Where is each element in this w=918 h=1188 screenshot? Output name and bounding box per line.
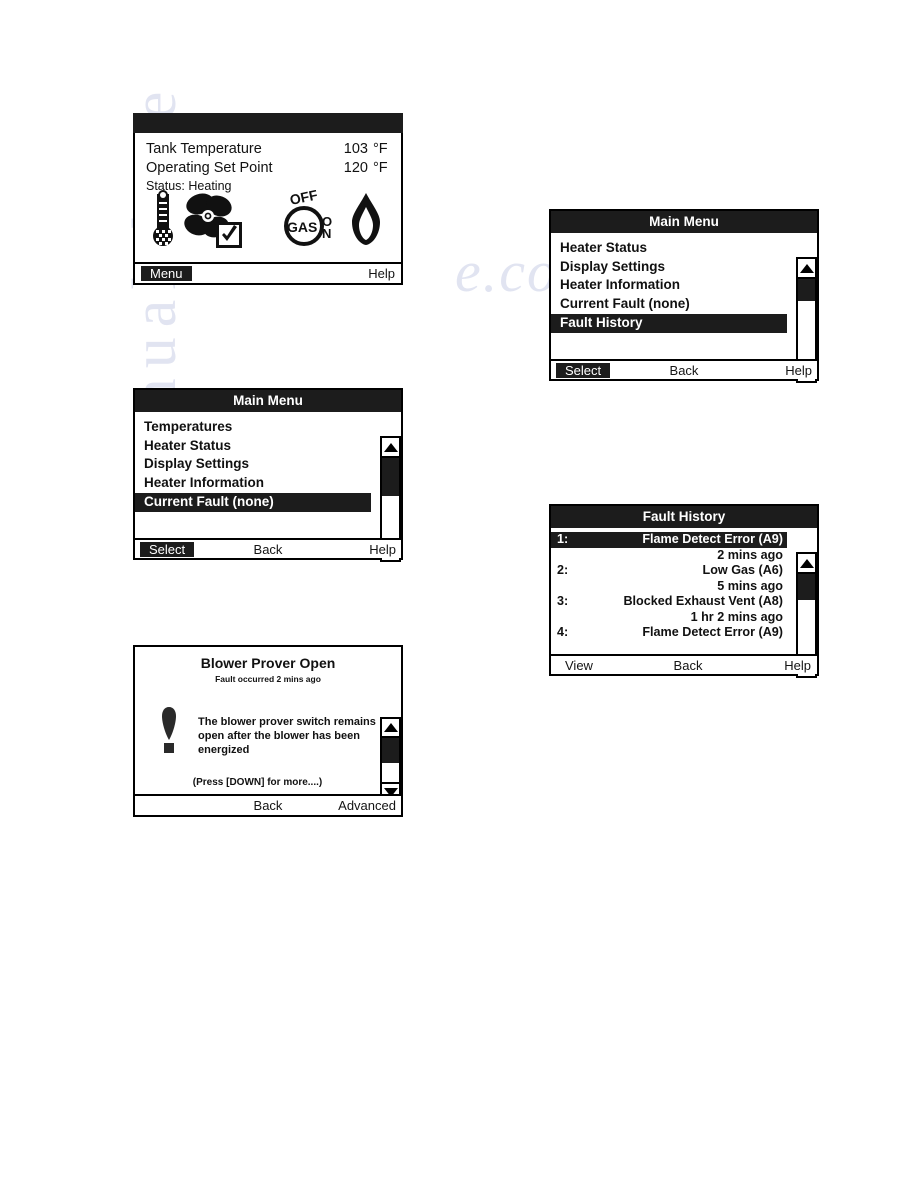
gas-on-label-n: N <box>322 226 331 241</box>
flame-icon <box>349 192 383 251</box>
fault-detail-subtitle: Fault occurred 2 mins ago <box>215 674 321 684</box>
exclamation-icon <box>160 707 178 760</box>
select-softkey-label: Select <box>140 541 195 557</box>
main-menu-screen-1: Main Menu Temperatures Heater Status Dis… <box>133 388 403 562</box>
gas-valve-icon: OFF GAS O N <box>277 186 333 253</box>
fault-history-row-2[interactable]: 2: Low Gas (A6) <box>551 563 787 579</box>
main-menu-1-list: Temperatures Heater Status Display Setti… <box>135 412 401 512</box>
fault-time-2: 5 mins ago <box>717 578 783 593</box>
fault-detail-body: Blower Prover Open Fault occurred 2 mins… <box>135 655 401 803</box>
main-menu-1-title: Main Menu <box>135 390 401 412</box>
gas-center-label: GAS <box>287 219 317 235</box>
scroll-up-icon[interactable] <box>798 554 815 574</box>
heater-status-screen: Tank Temperature 103 °F Operating Set Po… <box>133 113 403 285</box>
fault-detail-description: The blower prover switch remains open af… <box>198 716 376 756</box>
fault-history-row-1[interactable]: 1: Flame Detect Error (A9) <box>551 532 787 548</box>
status-screen-header-bar <box>133 113 403 133</box>
status-readouts: Tank Temperature 103 °F Operating Set Po… <box>135 133 401 193</box>
help-softkey[interactable]: Help <box>311 542 396 557</box>
scrollbar-thumb[interactable] <box>798 574 815 600</box>
tank-temperature-unit: °F <box>373 141 388 157</box>
menu-item-current-fault[interactable]: Current Fault (none) <box>551 295 817 314</box>
back-softkey[interactable]: Back <box>225 542 310 557</box>
help-softkey[interactable]: Help <box>310 266 395 281</box>
scroll-up-icon[interactable] <box>382 719 399 738</box>
fault-history-title: Fault History <box>551 506 817 528</box>
menu-item-heater-status[interactable]: Heater Status <box>551 239 817 258</box>
menu-item-display-settings[interactable]: Display Settings <box>551 258 817 277</box>
fault-index-1: 1: <box>557 532 569 546</box>
menu-item-temperatures[interactable]: Temperatures <box>135 418 401 437</box>
view-softkey[interactable]: View <box>557 658 647 673</box>
select-softkey[interactable]: Select <box>140 541 225 557</box>
fault-history-footer: View Back Help <box>551 654 817 674</box>
help-softkey[interactable]: Help <box>729 658 811 673</box>
back-softkey[interactable]: Back <box>647 658 729 673</box>
fault-time-1: 2 mins ago <box>717 547 783 562</box>
fault-history-body: 1: Flame Detect Error (A9) 2 mins ago 2:… <box>551 528 817 678</box>
scrollbar-thumb[interactable] <box>382 738 399 763</box>
back-softkey[interactable]: Back <box>641 363 726 378</box>
main-menu-2-body: Heater Status Display Settings Heater In… <box>551 233 817 383</box>
fault-history-row-4[interactable]: 4: Flame Detect Error (A9) <box>551 625 787 641</box>
main-menu-2-list: Heater Status Display Settings Heater In… <box>551 233 817 333</box>
scroll-up-icon[interactable] <box>382 438 399 458</box>
main-menu-1-body: Temperatures Heater Status Display Setti… <box>135 412 401 562</box>
fault-history-row-3[interactable]: 3: Blocked Exhaust Vent (A8) <box>551 594 787 610</box>
fault-detail-title: Blower Prover Open <box>200 655 336 671</box>
fault-detail-screen: Blower Prover Open Fault occurred 2 mins… <box>133 645 403 817</box>
select-softkey-label: Select <box>556 362 611 378</box>
fault-detail-scrollbar[interactable] <box>380 717 401 803</box>
fault-name-1: Flame Detect Error (A9) <box>642 532 783 546</box>
tank-temperature-value: 103 <box>343 141 368 157</box>
operating-set-point-unit: °F <box>373 160 388 176</box>
help-softkey[interactable]: Help <box>727 363 812 378</box>
operating-set-point-value: 120 <box>343 160 368 176</box>
advanced-softkey[interactable]: Advanced <box>311 798 396 813</box>
fault-history-screen: Fault History 1: Flame Detect Error (A9)… <box>549 504 819 678</box>
tank-temperature-label: Tank Temperature <box>146 141 262 157</box>
main-menu-1-footer: Select Back Help <box>135 538 401 558</box>
menu-item-heater-information[interactable]: Heater Information <box>551 276 817 295</box>
operating-set-point-row: Operating Set Point 120 °F <box>146 159 391 177</box>
fault-detail-more-hint: (Press [DOWN] for more....) <box>192 777 323 788</box>
scrollbar-thumb[interactable] <box>382 458 399 496</box>
tank-temperature-row: Tank Temperature 103 °F <box>146 140 391 158</box>
fault-index-3: 3: <box>557 594 569 608</box>
fault-name-4: Flame Detect Error (A9) <box>642 625 783 639</box>
menu-item-heater-status[interactable]: Heater Status <box>135 437 401 456</box>
main-menu-2-title: Main Menu <box>551 211 817 233</box>
back-softkey[interactable]: Back <box>225 798 310 813</box>
scroll-up-icon[interactable] <box>798 259 815 279</box>
menu-item-fault-history[interactable]: Fault History <box>551 313 787 333</box>
thermometer-icon <box>150 190 176 253</box>
fault-name-2: Low Gas (A6) <box>702 563 783 577</box>
operating-set-point-label: Operating Set Point <box>146 160 273 176</box>
select-softkey[interactable]: Select <box>556 362 641 378</box>
menu-softkey[interactable]: Menu <box>141 266 226 281</box>
menu-item-display-settings[interactable]: Display Settings <box>135 455 401 474</box>
fault-time-3: 1 hr 2 mins ago <box>690 609 783 624</box>
gas-off-label: OFF <box>288 190 319 208</box>
main-menu-2-footer: Select Back Help <box>551 359 817 379</box>
status-icon-row: OFF GAS O N <box>135 186 401 255</box>
status-screen-lcd: Tank Temperature 103 °F Operating Set Po… <box>133 133 403 285</box>
blower-fan-icon <box>183 192 245 255</box>
main-menu-screen-2: Main Menu Heater Status Display Settings… <box>549 209 819 383</box>
fault-detail-footer: Back Advanced <box>135 794 401 815</box>
status-screen-footer: Menu Help <box>135 262 401 283</box>
menu-item-heater-information[interactable]: Heater Information <box>135 474 401 493</box>
menu-item-current-fault[interactable]: Current Fault (none) <box>135 492 371 512</box>
fault-index-4: 4: <box>557 625 569 639</box>
fault-name-3: Blocked Exhaust Vent (A8) <box>623 594 783 608</box>
scrollbar-thumb[interactable] <box>798 279 815 301</box>
menu-softkey-label: Menu <box>141 266 192 281</box>
fault-index-2: 2: <box>557 563 569 577</box>
